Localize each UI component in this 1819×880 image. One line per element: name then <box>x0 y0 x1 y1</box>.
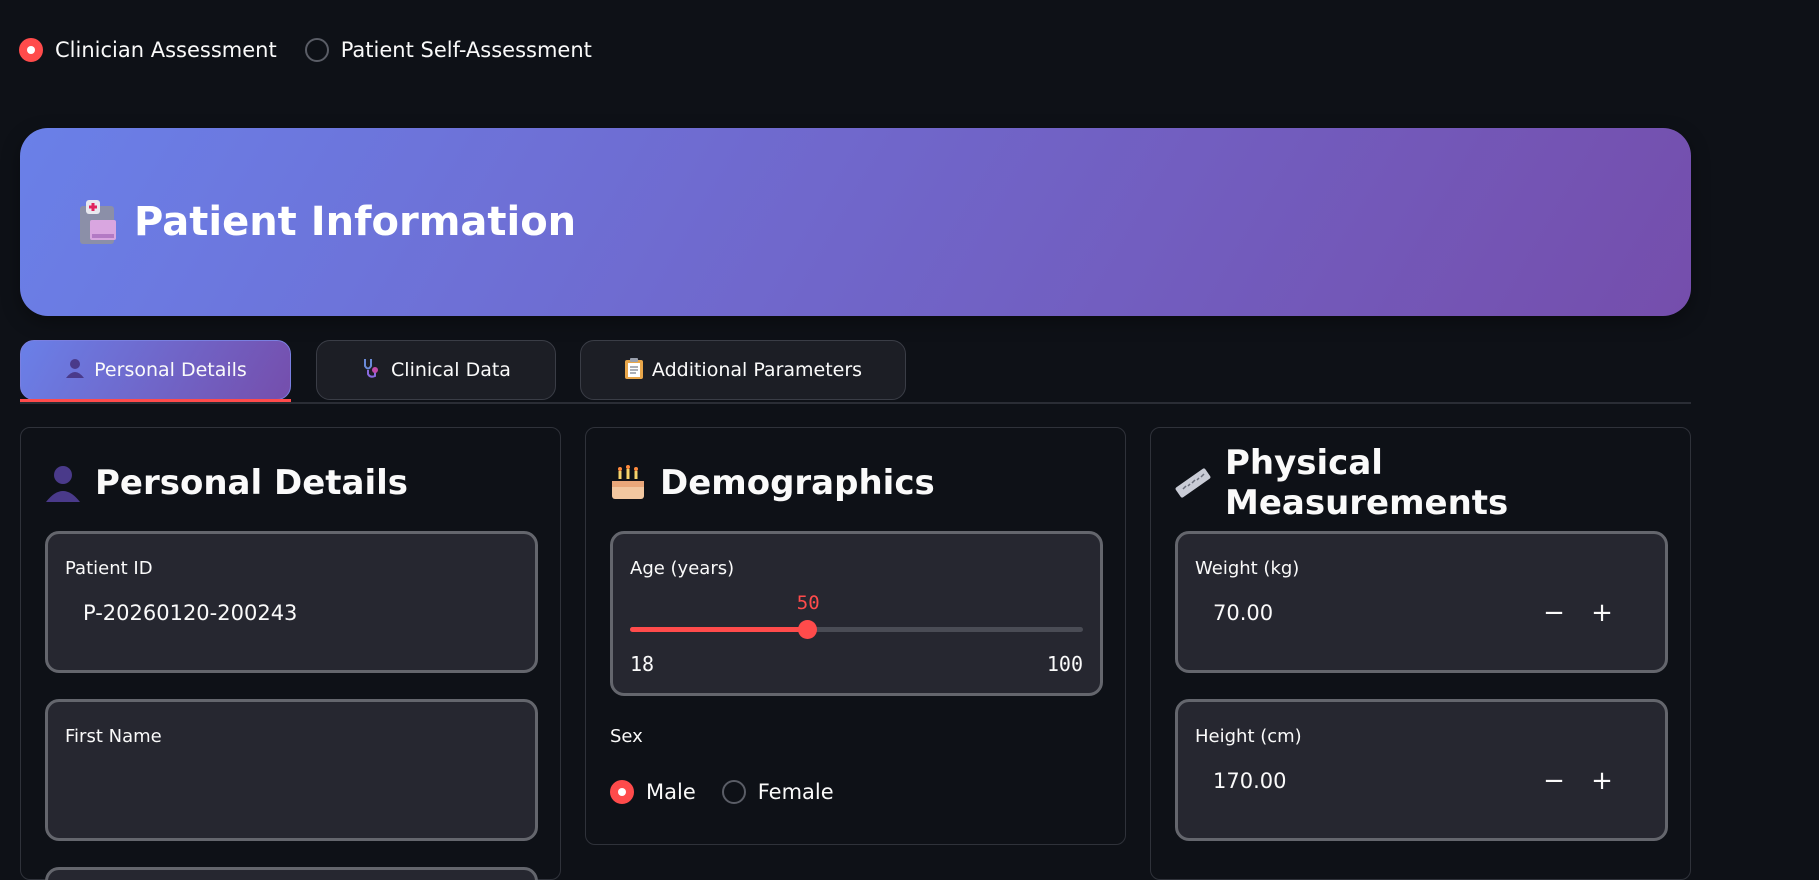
first-name-input[interactable] <box>65 769 518 799</box>
section-title: Demographics <box>660 463 935 503</box>
height-value: 170.00 <box>1213 769 1287 793</box>
height-increment-button[interactable]: + <box>1584 763 1620 799</box>
app-page: Clinician Assessment Patient Self-Assess… <box>0 0 1819 880</box>
weight-number-input[interactable]: 70.00 − + <box>1195 598 1648 631</box>
weight-value: 70.00 <box>1213 601 1274 625</box>
sex-radio-group: Male Female <box>610 780 860 804</box>
active-tab-indicator <box>20 399 291 402</box>
patient-id-field: Patient ID P-20260120-200243 <box>45 531 538 673</box>
assessment-mode-radio-group: Clinician Assessment Patient Self-Assess… <box>19 38 620 62</box>
radio-label: Female <box>757 780 834 804</box>
tab-bar: Personal Details Clinical Data Additiona… <box>20 340 1691 404</box>
field-label: Patient ID <box>65 558 153 579</box>
tab-additional-parameters[interactable]: Additional Parameters <box>580 340 906 400</box>
radio-female[interactable]: Female <box>721 780 834 804</box>
radio-male[interactable]: Male <box>610 780 696 804</box>
weight-decrement-button[interactable]: − <box>1536 595 1572 631</box>
age-slider-thumb[interactable] <box>797 620 817 639</box>
slider-min-label: 18 <box>630 652 655 676</box>
patient-id-input[interactable]: P-20260120-200243 <box>65 601 518 625</box>
section-title: Physical Measurements <box>1225 443 1509 523</box>
field-label: First Name <box>65 726 162 747</box>
radio-label: Clinician Assessment <box>55 38 277 62</box>
ruler-icon <box>1173 463 1213 503</box>
tab-label: Clinical Data <box>391 359 511 381</box>
height-decrement-button[interactable]: − <box>1536 763 1572 799</box>
cake-icon <box>608 463 648 503</box>
tab-clinical-data[interactable]: Clinical Data <box>316 340 556 400</box>
radio-unchecked-icon <box>304 38 329 62</box>
height-number-input[interactable]: 170.00 − + <box>1195 766 1648 799</box>
patient-info-banner: Patient Information <box>20 128 1691 316</box>
next-field[interactable] <box>45 867 538 880</box>
radio-label: Patient Self-Assessment <box>340 38 592 62</box>
person-icon <box>64 357 86 384</box>
age-slider-track[interactable] <box>630 620 1083 639</box>
slider-current-value: 50 <box>796 592 820 614</box>
banner-title: Patient Information <box>134 199 577 245</box>
tab-label: Additional Parameters <box>651 359 863 381</box>
section-title: Personal Details <box>95 463 409 503</box>
weight-field: Weight (kg) 70.00 − + <box>1175 531 1668 673</box>
field-label: Weight (kg) <box>1195 558 1300 579</box>
stethoscope-icon <box>361 357 383 384</box>
tab-label: Personal Details <box>94 359 247 381</box>
radio-unchecked-icon <box>721 780 746 804</box>
first-name-field: First Name <box>45 699 538 841</box>
clipboard-icon <box>624 357 644 384</box>
age-slider-field: Age (years) 50 18 100 <box>610 531 1103 696</box>
demographics-card: Demographics Age (years) 50 18 100 Sex M… <box>585 427 1126 845</box>
radio-patient-self-assessment[interactable]: Patient Self-Assessment <box>304 38 592 62</box>
weight-increment-button[interactable]: + <box>1584 595 1620 631</box>
section-heading: Personal Details <box>43 462 538 504</box>
height-field: Height (cm) 170.00 − + <box>1175 699 1668 841</box>
field-label: Age (years) <box>630 558 735 579</box>
hospital-icon <box>78 198 120 246</box>
radio-checked-icon <box>19 38 43 62</box>
sex-label: Sex <box>610 726 643 747</box>
radio-label: Male <box>646 780 696 804</box>
section-heading: Demographics <box>608 462 1103 504</box>
personal-details-card: Personal Details Patient ID P-20260120-2… <box>20 427 561 880</box>
radio-clinician-assessment[interactable]: Clinician Assessment <box>19 38 277 62</box>
tab-personal-details[interactable]: Personal Details <box>20 340 291 400</box>
slider-max-label: 100 <box>1046 652 1083 676</box>
person-icon <box>43 463 83 503</box>
physical-measurements-card: Physical Measurements Weight (kg) 70.00 … <box>1150 427 1691 880</box>
age-slider-fill <box>630 627 807 632</box>
field-label: Height (cm) <box>1195 726 1302 747</box>
section-heading: Physical Measurements <box>1173 443 1668 523</box>
radio-checked-icon <box>610 780 634 804</box>
